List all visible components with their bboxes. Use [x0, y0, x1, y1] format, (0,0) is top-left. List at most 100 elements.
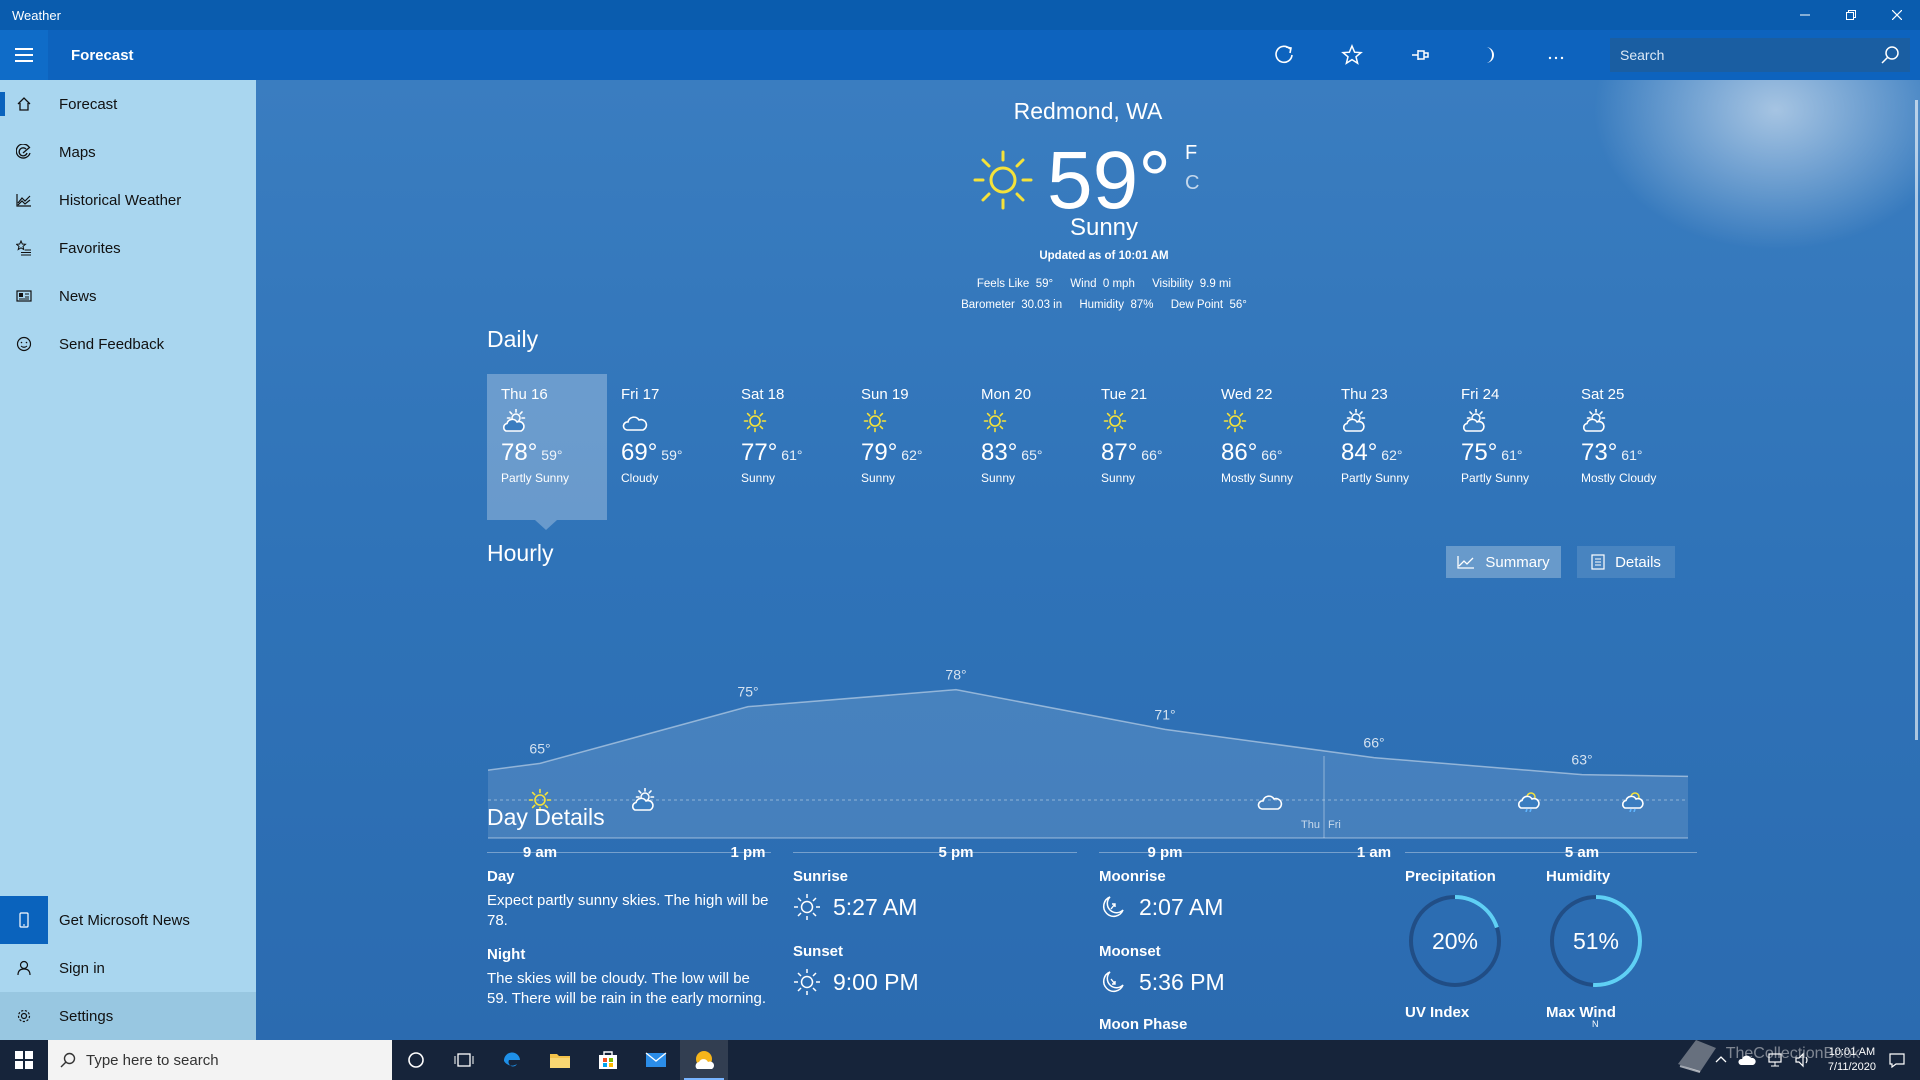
hamburger-menu-button[interactable] — [0, 30, 48, 80]
sun-icon — [743, 409, 767, 433]
daily-card[interactable]: Wed 22 86° 66° Mostly Sunny — [1207, 374, 1327, 520]
sidebar-item-label: Historical Weather — [59, 191, 182, 209]
sidebar-item-forecast[interactable]: Forecast — [0, 80, 256, 128]
temp-label: 75° — [737, 684, 758, 700]
moon-icon — [1486, 47, 1494, 63]
sidebar-item-label: Forecast — [59, 95, 118, 113]
close-button[interactable] — [1874, 0, 1920, 30]
day-condition: Sunny — [861, 471, 896, 485]
daily-card[interactable]: Fri 24 75° 61° Partly Sunny — [1447, 374, 1567, 520]
degree-symbol: ° — [1138, 135, 1172, 226]
temperature-area — [488, 689, 1688, 838]
sidebar-item-send-feedback[interactable]: Send Feedback — [0, 320, 256, 368]
partly-sunny-icon — [1463, 408, 1486, 432]
location-name: Redmond, WA — [1013, 98, 1163, 124]
day-condition: Partly Sunny — [501, 471, 570, 485]
sun-icon — [973, 150, 1033, 210]
ring-value: 20% — [1432, 928, 1478, 954]
high-temp: 79° — [861, 439, 898, 466]
settings-button[interactable]: Settings — [0, 992, 256, 1040]
day-name: Sun 19 — [861, 386, 909, 403]
sun-times: Sunrise 5:27 AM Sunset 9:00 PM — [793, 868, 919, 996]
weather-app-button[interactable] — [680, 1040, 728, 1080]
day-temps: 86° 66° — [1221, 439, 1313, 467]
moon-phase-label: Moon Phase — [1099, 1016, 1188, 1033]
search-input[interactable] — [1620, 47, 1880, 63]
low-temp: 62° — [1381, 447, 1403, 463]
day-divider-label: Fri — [1328, 819, 1341, 831]
task-view-button[interactable] — [440, 1040, 488, 1080]
cortana-button[interactable] — [392, 1040, 440, 1080]
pin-button[interactable] — [1386, 30, 1454, 80]
unit-f-button[interactable]: F — [1185, 138, 1199, 168]
daily-card[interactable]: Thu 16 78° 59° Partly Sunny — [487, 374, 607, 530]
sidebar-item-label: Settings — [59, 1007, 114, 1025]
precipitation-label: Precipitation — [1405, 868, 1496, 885]
daily-card[interactable]: Sat 25 73° 61° Mostly Cloudy — [1567, 374, 1687, 520]
unit-c-button[interactable]: C — [1185, 168, 1199, 198]
day-night-summary: Day Expect partly sunny skies. The high … — [487, 868, 772, 1009]
sunrise-time: 5:27 AM — [833, 893, 918, 920]
summary-toggle-button[interactable]: Summary — [1446, 546, 1561, 578]
minimize-icon — [1800, 14, 1810, 16]
day-condition: Sunny — [741, 471, 776, 485]
restore-button[interactable] — [1828, 0, 1874, 30]
dark-mode-button[interactable] — [1454, 30, 1522, 80]
daily-card[interactable]: Tue 21 87° 66° Sunny — [1087, 374, 1207, 520]
minimize-button[interactable] — [1782, 0, 1828, 30]
forecast-content: Redmond, WA 59° F C Sunny Updated as of … — [256, 80, 1920, 1040]
uv-index-label: UV Index — [1405, 1004, 1470, 1021]
temp-label: 65° — [529, 740, 550, 756]
partly-sunny-icon — [503, 408, 526, 432]
day-icon-wrap — [861, 409, 953, 437]
visibility-stat: Visibility 9.9 mi — [1152, 278, 1232, 290]
daily-card[interactable]: Sat 18 77° 61° Sunny — [727, 374, 847, 520]
chart-icon — [16, 194, 31, 207]
low-temp: 62° — [901, 447, 923, 463]
daily-heading: Daily — [487, 326, 539, 352]
search-icon[interactable] — [1880, 45, 1900, 65]
daily-card[interactable]: Thu 23 84° 62° Partly Sunny — [1327, 374, 1447, 520]
daily-card[interactable]: Mon 20 83° 65° Sunny — [967, 374, 1087, 520]
app-bar-actions — [1250, 30, 1590, 80]
stats-row: Barometer 30.03 in Humidity 87% Dew Poin… — [256, 295, 1920, 316]
start-button[interactable] — [0, 1040, 48, 1080]
temp-label: 63° — [1571, 752, 1592, 768]
more-options-button[interactable] — [1522, 30, 1590, 80]
humidity-stat: Humidity 87% — [1079, 299, 1154, 311]
temp-value: 59 — [1047, 135, 1139, 226]
high-temp: 86° — [1221, 439, 1258, 466]
day-condition: Sunny — [981, 471, 1016, 485]
feels-like-stat: Feels Like 59° — [976, 278, 1054, 290]
get-microsoft-news-button[interactable]: Get Microsoft News — [0, 896, 256, 944]
details-toggle-button[interactable]: Details — [1577, 546, 1675, 578]
smiley-icon — [16, 336, 32, 352]
store-app-button[interactable] — [584, 1040, 632, 1080]
humidity-ring: 51% — [1550, 895, 1642, 987]
daily-card[interactable]: Fri 17 69° 59° Cloudy — [607, 374, 727, 520]
daily-card[interactable]: Sun 19 79° 62° Sunny — [847, 374, 967, 520]
notification-icon[interactable] — [1888, 1052, 1906, 1068]
sidebar-item-historical-weather[interactable]: Historical Weather — [0, 176, 256, 224]
sign-in-button[interactable]: Sign in — [0, 944, 256, 992]
sunrise-icon — [794, 894, 820, 920]
high-temp: 87° — [1101, 439, 1138, 466]
day-name: Sat 25 — [1581, 386, 1625, 403]
title-bar: Weather — [0, 0, 1920, 30]
edge-app-button[interactable] — [488, 1040, 536, 1080]
day-icon-wrap — [1461, 408, 1553, 437]
restore-icon — [1846, 10, 1856, 20]
sidebar-item-news[interactable]: News — [0, 272, 256, 320]
sidebar-item-maps[interactable]: Maps — [0, 128, 256, 176]
day-name: Sat 18 — [741, 386, 785, 403]
window-title: Weather — [12, 7, 61, 23]
sidebar-item-favorites[interactable]: Favorites — [0, 224, 256, 272]
day-icon-wrap — [1101, 409, 1193, 437]
file-explorer-button[interactable] — [536, 1040, 584, 1080]
taskbar-search-input[interactable] — [86, 1051, 366, 1069]
favorite-button[interactable] — [1318, 30, 1386, 80]
mail-app-button[interactable] — [632, 1040, 680, 1080]
scrollbar[interactable] — [1915, 100, 1918, 740]
night-label: Night — [487, 946, 526, 963]
refresh-button[interactable] — [1250, 30, 1318, 80]
